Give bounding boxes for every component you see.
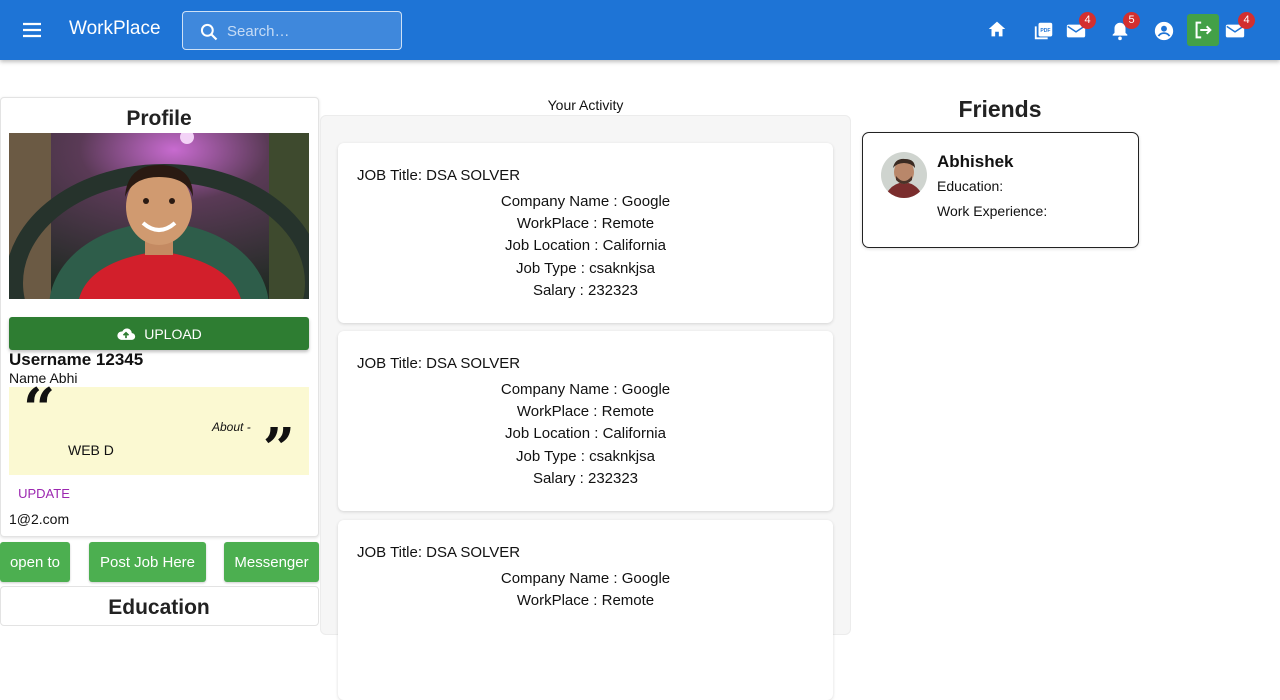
job-card: JOB Title: DSA SOLVER Company Name : Goo…	[338, 331, 833, 511]
notifications-button[interactable]: 5	[1106, 12, 1140, 46]
job-type: Job Type : csaknkjsa	[516, 260, 655, 277]
account-circle-icon[interactable]	[1150, 16, 1178, 46]
friend-work-experience: Work Experience:	[937, 203, 1048, 219]
job-workplace: WorkPlace : Remote	[516, 592, 655, 609]
profile-title: Profile	[126, 107, 192, 130]
education-title: Education	[108, 596, 210, 619]
about-text: WEB D	[68, 442, 114, 458]
job-title: JOB Title: DSA SOLVER	[357, 544, 521, 561]
job-workplace: WorkPlace : Remote	[516, 403, 655, 420]
job-location: Job Location : California	[505, 237, 666, 254]
messages-button[interactable]: 4	[1221, 12, 1255, 46]
home-icon[interactable]	[983, 14, 1011, 44]
about-box: “ About - WEB D ”	[9, 381, 309, 482]
pdf-icon[interactable]: PDF	[1030, 16, 1058, 46]
post-job-button[interactable]: Post Job Here	[89, 542, 206, 582]
friend-education: Education:	[937, 178, 1004, 194]
cloud-upload-icon	[117, 327, 136, 340]
menu-icon[interactable]	[20, 18, 44, 42]
logout-icon	[1195, 21, 1212, 39]
job-workplace: WorkPlace : Remote	[516, 215, 655, 232]
profile-photo	[9, 133, 309, 299]
update-button[interactable]: UPDATE	[9, 483, 79, 503]
about-label: About -	[212, 420, 251, 434]
close-quote-icon: ”	[262, 416, 295, 482]
job-location: Job Location : California	[505, 425, 666, 442]
app-bar: WorkPlace PDF 4 5 4	[0, 0, 1280, 60]
job-company: Company Name : Google	[500, 381, 671, 398]
open-to-button[interactable]: open to	[0, 542, 70, 582]
friend-card[interactable]: Abhishek Education: Work Experience:	[862, 132, 1139, 248]
job-salary: Salary : 232323	[532, 282, 639, 299]
job-company: Company Name : Google	[500, 193, 671, 210]
upload-label: UPLOAD	[144, 325, 202, 342]
job-type: Job Type : csaknkjsa	[516, 448, 655, 465]
job-card: JOB Title: DSA SOLVER Company Name : Goo…	[338, 520, 833, 700]
svg-text:PDF: PDF	[1040, 28, 1050, 34]
job-salary: Salary : 232323	[532, 470, 639, 487]
messenger-button[interactable]: Messenger	[224, 542, 319, 582]
friend-name: Abhishek	[937, 152, 1014, 171]
job-card: JOB Title: DSA SOLVER Company Name : Goo…	[338, 143, 833, 323]
activity-title: Your Activity	[547, 97, 624, 113]
profile-email: 1@2.com	[9, 511, 70, 527]
search-box[interactable]	[182, 11, 402, 50]
job-title: JOB Title: DSA SOLVER	[357, 167, 521, 184]
friends-title: Friends	[958, 96, 1042, 122]
mail-button[interactable]: 4	[1062, 12, 1096, 46]
notifications-badge: 5	[1123, 12, 1140, 29]
app-title: WorkPlace	[69, 18, 161, 39]
search-icon	[200, 23, 218, 41]
job-title: JOB Title: DSA SOLVER	[357, 355, 521, 372]
logout-button[interactable]	[1187, 14, 1219, 46]
messages-badge: 4	[1238, 12, 1255, 29]
upload-button[interactable]: UPLOAD	[9, 317, 309, 350]
job-company: Company Name : Google	[500, 570, 671, 587]
avatar	[881, 152, 927, 198]
username: Username 12345	[9, 350, 144, 369]
search-input[interactable]	[227, 20, 387, 42]
open-quote-icon: “	[23, 376, 56, 442]
mail-badge: 4	[1079, 12, 1096, 29]
